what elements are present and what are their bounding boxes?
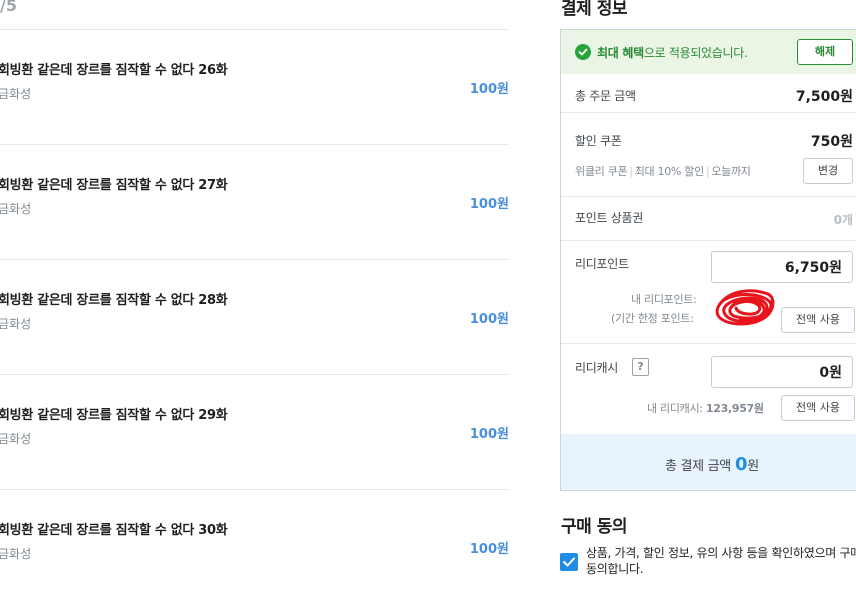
check-circle-icon: [575, 44, 591, 60]
max-benefit-rest: 으로 적용되었습니다.: [643, 46, 748, 60]
item-author: 금화성: [0, 547, 32, 561]
total-payment-unit: 원: [747, 459, 759, 474]
ridi-point-label: 리디포인트: [575, 257, 629, 271]
total-payment-amount: 0: [734, 454, 748, 475]
row-divider: [561, 240, 856, 241]
checkmark-icon: [563, 557, 575, 567]
max-benefit-banner: 최대 혜택으로 적용되었습니다. 해제: [561, 30, 856, 74]
row-divider: [561, 343, 856, 344]
ridi-point-input[interactable]: [711, 251, 853, 283]
total-order-value: 7,500원: [795, 89, 853, 105]
purchase-item-list: 회빙환 같은데 장르를 짐작할 수 없다 26화 금화성 100원 회빙환 같은…: [0, 29, 509, 604]
item-price: 100원: [469, 312, 509, 327]
item-author: 금화성: [0, 202, 32, 216]
item-price: 100원: [469, 82, 509, 97]
item-title: 회빙환 같은데 장르를 짐작할 수 없다 29화: [0, 408, 228, 423]
coupon-description: 위클리 쿠폰 | 최대 10% 할인 | 오늘까지: [575, 165, 751, 178]
item-title: 회빙환 같은데 장르를 짐작할 수 없다 30화: [0, 523, 228, 538]
list-item: 회빙환 같은데 장르를 짐작할 수 없다 30화 금화성 100원: [0, 489, 509, 604]
use-all-points-button[interactable]: 전액 사용: [781, 307, 855, 333]
item-author: 금화성: [0, 87, 32, 101]
my-ridi-cash-note: 내 리디캐시: 123,957원: [647, 400, 764, 416]
agreement-text[interactable]: 상품, 가격, 할인 정보, 유의 사항 등을 확인하였으며 구매에 동의합니다…: [586, 545, 856, 577]
change-coupon-button[interactable]: 변경: [803, 158, 853, 184]
total-payment-bar: 총 결제 금액 0원: [561, 434, 856, 490]
item-count-label: /5: [0, 0, 17, 15]
release-benefit-button[interactable]: 해제: [797, 39, 853, 65]
max-benefit-text: 최대 혜택으로 적용되었습니다.: [597, 44, 748, 61]
my-ridi-cash-value: 123,957원: [705, 402, 764, 415]
row-divider: [561, 112, 856, 113]
limited-point-note: (기간 한정 포인트:: [611, 312, 694, 325]
total-payment-text: 총 결제 금액 0원: [665, 454, 759, 475]
point-voucher-value: 0개: [833, 213, 853, 227]
use-all-cash-button[interactable]: 전액 사용: [781, 395, 855, 421]
payment-info-heading: 결제 정보: [561, 0, 627, 19]
ridi-cash-input[interactable]: [711, 356, 853, 388]
row-divider: [561, 196, 856, 197]
payment-info-box: 최대 혜택으로 적용되었습니다. 해제 총 주문 금액 7,500원 할인 쿠폰…: [560, 29, 856, 491]
agreement-checkbox[interactable]: [560, 553, 578, 571]
coupon-expiry: 오늘까지: [711, 165, 751, 178]
item-title: 회빙환 같은데 장르를 짐작할 수 없다 28화: [0, 293, 228, 308]
item-author: 금화성: [0, 317, 32, 331]
help-icon[interactable]: ?: [632, 358, 649, 376]
item-price: 100원: [469, 427, 509, 442]
my-ridi-cash-label: 내 리디캐시:: [647, 402, 703, 415]
list-item: 회빙환 같은데 장르를 짐작할 수 없다 29화 금화성 100원: [0, 374, 509, 489]
my-ridi-point-note: 내 리디포인트:: [631, 293, 697, 306]
coupon-discount: 최대 10% 할인: [634, 165, 705, 178]
item-price: 100원: [469, 542, 509, 557]
redaction-scribble: [715, 289, 775, 326]
list-item: 회빙환 같은데 장르를 짐작할 수 없다 26화 금화성 100원: [0, 29, 509, 144]
total-order-label: 총 주문 금액: [575, 89, 636, 103]
item-price: 100원: [469, 197, 509, 212]
list-item: 회빙환 같은데 장르를 짐작할 수 없다 28화 금화성 100원: [0, 259, 509, 374]
coupon-name: 위클리 쿠폰: [575, 165, 628, 178]
purchase-agreement-heading: 구매 동의: [561, 517, 627, 537]
ridi-cash-label: 리디캐시: [575, 361, 618, 375]
max-benefit-emphasis: 최대 혜택: [597, 46, 644, 60]
item-title: 회빙환 같은데 장르를 짐작할 수 없다 27화: [0, 178, 228, 193]
total-payment-label: 총 결제 금액: [665, 459, 731, 474]
item-author: 금화성: [0, 432, 32, 446]
point-voucher-label: 포인트 상품권: [575, 211, 643, 225]
list-item: 회빙환 같은데 장르를 짐작할 수 없다 27화 금화성 100원: [0, 144, 509, 259]
coupon-label: 할인 쿠폰: [575, 134, 622, 148]
item-title: 회빙환 같은데 장르를 짐작할 수 없다 26화: [0, 63, 228, 78]
coupon-value: 750원: [810, 134, 853, 150]
